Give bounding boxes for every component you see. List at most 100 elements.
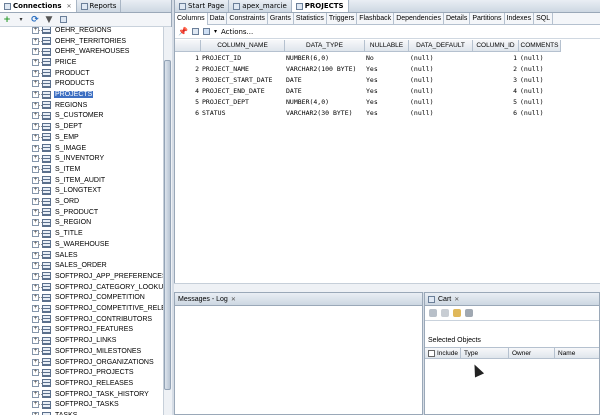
grid-cell[interactable]: DATE bbox=[285, 86, 365, 97]
include-all-checkbox[interactable] bbox=[428, 349, 435, 357]
tab-connections[interactable]: Connections ✕ bbox=[0, 0, 77, 12]
grid-cell[interactable]: Yes bbox=[365, 64, 409, 75]
deploy-icon[interactable] bbox=[429, 309, 437, 317]
row-number[interactable]: 2 bbox=[175, 64, 201, 75]
subtab-grants[interactable]: Grants bbox=[268, 12, 294, 25]
grid-cell[interactable]: (null) bbox=[409, 53, 473, 64]
tree-item[interactable]: + S_LONGTEXT bbox=[0, 186, 163, 197]
grid-cell[interactable]: 1 bbox=[473, 53, 519, 64]
grid-cell[interactable]: (null) bbox=[409, 86, 473, 97]
tree-item[interactable]: + S_TITLE bbox=[0, 228, 163, 239]
editor-horizontal-scrollbar[interactable] bbox=[174, 283, 600, 292]
tree-item[interactable]: + SOFTPROJ_APP_PREFERENCES bbox=[0, 271, 163, 282]
grid-cell[interactable]: (null) bbox=[519, 75, 561, 86]
tree-item[interactable]: + SOFTPROJ_PROJECTS bbox=[0, 367, 163, 378]
tab-apex-marcie[interactable]: apex_marcie bbox=[229, 0, 292, 12]
grid-cell[interactable]: NUMBER(4,0) bbox=[285, 97, 365, 108]
subtab-flashback[interactable]: Flashback bbox=[357, 12, 395, 25]
close-icon[interactable]: ✕ bbox=[454, 296, 459, 303]
edit-icon[interactable] bbox=[191, 28, 199, 35]
subtab-indexes[interactable]: Indexes bbox=[505, 12, 535, 25]
row-number[interactable]: 5 bbox=[175, 97, 201, 108]
tree-scrollbar-thumb[interactable] bbox=[164, 60, 171, 390]
grid-cell[interactable]: (null) bbox=[409, 75, 473, 86]
tree-item[interactable]: + SOFTPROJ_FEATURES bbox=[0, 325, 163, 336]
tree-item[interactable]: + S_ITEM bbox=[0, 164, 163, 175]
grid-cell[interactable]: (null) bbox=[409, 97, 473, 108]
grid-cell[interactable]: (null) bbox=[519, 64, 561, 75]
tree-item[interactable]: + SOFTPROJ_LINKS bbox=[0, 335, 163, 346]
refresh-icon[interactable]: ⟳ bbox=[30, 15, 40, 25]
column-header-data-default[interactable]: DATA_DEFAULT bbox=[409, 40, 473, 52]
tree-item[interactable]: + SOFTPROJ_CATEGORY_LOOKUP bbox=[0, 282, 163, 293]
row-number[interactable]: 4 bbox=[175, 86, 201, 97]
grid-cell[interactable]: Yes bbox=[365, 108, 409, 119]
tab-start-page[interactable]: Start Page bbox=[175, 0, 230, 12]
grid-cell[interactable]: PROJECT_ID bbox=[201, 53, 285, 64]
column-header-column-id[interactable]: COLUMN_ID bbox=[473, 40, 519, 52]
grid-cell[interactable]: Yes bbox=[365, 97, 409, 108]
filter-icon[interactable]: ▼ bbox=[44, 15, 54, 25]
tree-item[interactable]: + S_CUSTOMER bbox=[0, 111, 163, 122]
tree-item[interactable]: + SOFTPROJ_ORGANIZATIONS bbox=[0, 357, 163, 368]
grid-cell[interactable]: Yes bbox=[365, 75, 409, 86]
subtab-constraints[interactable]: Constraints bbox=[227, 12, 268, 25]
grid-cell[interactable]: 2 bbox=[473, 64, 519, 75]
row-number[interactable]: 1 bbox=[175, 53, 201, 64]
tree-item[interactable]: + PRODUCTS bbox=[0, 79, 163, 90]
close-icon[interactable]: ✕ bbox=[231, 296, 236, 303]
column-header-column-name[interactable]: COLUMN_NAME bbox=[201, 40, 285, 52]
tree-item[interactable]: + S_EMP bbox=[0, 132, 163, 143]
tree-item[interactable]: + SALES_ORDER bbox=[0, 260, 163, 271]
tree-item[interactable]: + S_INVENTORY bbox=[0, 153, 163, 164]
refresh-grid-icon[interactable] bbox=[202, 28, 210, 35]
close-icon[interactable]: ✕ bbox=[67, 3, 72, 10]
grid-cell[interactable]: DATE bbox=[285, 75, 365, 86]
column-header-comments[interactable]: COMMENTS bbox=[519, 40, 561, 52]
tree-item[interactable]: +TASKS bbox=[0, 410, 163, 415]
grid-cell[interactable]: PROJECT_END_DATE bbox=[201, 86, 285, 97]
subtab-sql[interactable]: SQL bbox=[534, 12, 554, 25]
tree-item[interactable]: + S_REGION bbox=[0, 218, 163, 229]
column-header-nullable[interactable]: NULLABLE bbox=[365, 40, 409, 52]
grid-cell[interactable]: Yes bbox=[365, 86, 409, 97]
schema-browser-icon[interactable] bbox=[58, 15, 68, 25]
grid-cell[interactable]: (null) bbox=[519, 108, 561, 119]
tree-item[interactable]: + S_IMAGE bbox=[0, 143, 163, 154]
column-name[interactable]: Name bbox=[555, 347, 599, 359]
grid-cell[interactable]: NUMBER(6,0) bbox=[285, 53, 365, 64]
open-folder-icon[interactable] bbox=[453, 309, 461, 317]
tab-messages-log[interactable]: Messages - Log bbox=[178, 296, 228, 303]
save-icon[interactable] bbox=[465, 309, 473, 317]
tree-item[interactable]: + S_ITEM_AUDIT bbox=[0, 175, 163, 186]
grid-cell[interactable]: PROJECT_DEPT bbox=[201, 97, 285, 108]
subtab-triggers[interactable]: Triggers bbox=[327, 12, 358, 25]
row-number[interactable]: 6 bbox=[175, 108, 201, 119]
tree-item[interactable]: + OEHR_TERRITORIES bbox=[0, 36, 163, 47]
subtab-data[interactable]: Data bbox=[208, 12, 228, 25]
subtab-partitions[interactable]: Partitions bbox=[470, 12, 505, 25]
column-include[interactable]: Include bbox=[425, 347, 461, 359]
tree-item[interactable]: + S_ORD bbox=[0, 196, 163, 207]
grid-cell[interactable]: 5 bbox=[473, 97, 519, 108]
column-owner[interactable]: Owner bbox=[509, 347, 555, 359]
subtab-columns[interactable]: Columns bbox=[175, 12, 208, 25]
grid-cell[interactable]: 6 bbox=[473, 108, 519, 119]
tab-projects[interactable]: PROJECTS bbox=[291, 0, 349, 12]
export-icon[interactable] bbox=[441, 309, 449, 317]
tree-item[interactable]: + S_DEPT bbox=[0, 121, 163, 132]
actions-dropdown-icon[interactable]: ▾ bbox=[214, 28, 217, 35]
tree-item[interactable]: + SOFTPROJ_MILESTONES bbox=[0, 346, 163, 357]
grid-cell[interactable]: PROJECT_START_DATE bbox=[201, 75, 285, 86]
tree-item[interactable]: + PRICE bbox=[0, 57, 163, 68]
tree-item[interactable]: + REGIONS bbox=[0, 100, 163, 111]
grid-cell[interactable]: (null) bbox=[519, 97, 561, 108]
grid-cell[interactable]: (null) bbox=[409, 108, 473, 119]
tree-item[interactable]: + S_WAREHOUSE bbox=[0, 239, 163, 250]
column-header-data-type[interactable]: DATA_TYPE bbox=[285, 40, 365, 52]
tree-item[interactable]: + SOFTPROJ_TASKS bbox=[0, 400, 163, 411]
tree-item[interactable]: + PRODUCT bbox=[0, 68, 163, 79]
subtab-statistics[interactable]: Statistics bbox=[294, 12, 327, 25]
add-connection-icon[interactable]: + bbox=[2, 15, 12, 25]
grid-cell[interactable]: PROJECT_NAME bbox=[201, 64, 285, 75]
